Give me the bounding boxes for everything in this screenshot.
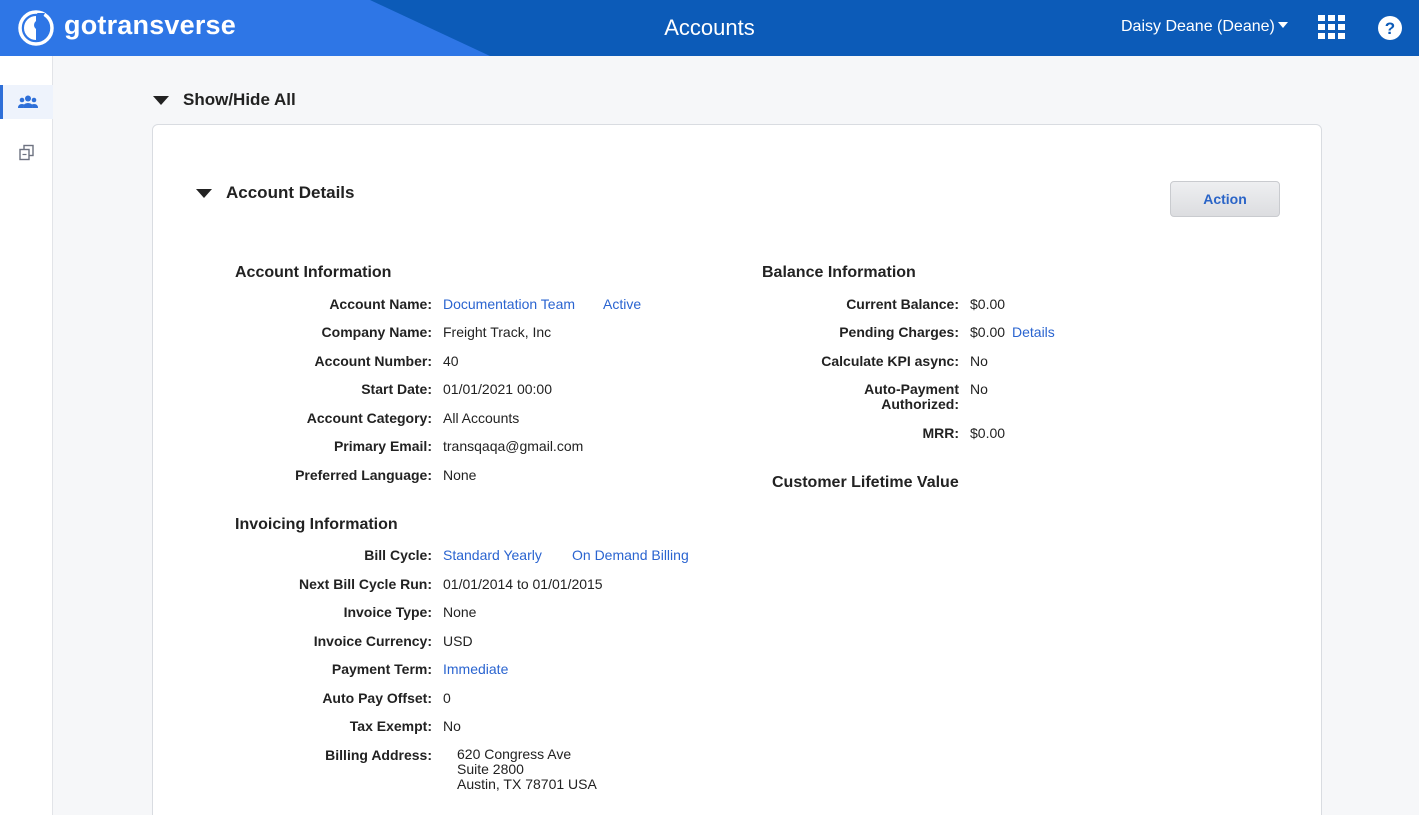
customer-lifetime-value-title: Customer Lifetime Value bbox=[772, 474, 959, 491]
field-label: Payment Term: bbox=[331, 661, 432, 677]
address-line: Suite 2800 bbox=[457, 761, 524, 777]
svg-text:?: ? bbox=[1385, 19, 1395, 38]
pending-details-link[interactable]: Details bbox=[1012, 324, 1055, 340]
field-label: Preferred Language: bbox=[295, 467, 432, 483]
field-label: Calculate KPI async: bbox=[821, 353, 959, 369]
field-current-balance: Current Balance: bbox=[153, 296, 959, 316]
field-label: Authorized: bbox=[881, 396, 959, 412]
field-label: Auto Pay Offset: bbox=[322, 690, 432, 706]
account-details-card: Account Details Action Account Informati… bbox=[152, 124, 1322, 815]
account-category-value: All Accounts bbox=[443, 410, 520, 426]
users-icon bbox=[18, 95, 38, 108]
field-label: Billing Address: bbox=[325, 747, 432, 763]
field-label: Pending Charges: bbox=[839, 324, 959, 340]
user-menu[interactable]: Daisy Deane (Deane) bbox=[1121, 18, 1288, 36]
bill-cycle-link[interactable]: Standard Yearly bbox=[443, 547, 542, 563]
auto-pay-offset-value: 0 bbox=[443, 690, 451, 706]
help-icon[interactable]: ? bbox=[1378, 16, 1402, 40]
auto-payment-authorized-value: No bbox=[970, 381, 988, 397]
field-label: Auto-Payment bbox=[864, 381, 959, 397]
balance-information-title: Balance Information bbox=[762, 264, 916, 281]
copy-icon bbox=[18, 144, 34, 161]
field-pending-charges: Pending Charges: bbox=[153, 324, 959, 344]
on-demand-billing-link[interactable]: On Demand Billing bbox=[572, 547, 689, 563]
top-bar: gotransverse Accounts Daisy Deane (Deane… bbox=[0, 0, 1419, 56]
field-invoice-type: Invoice Type: bbox=[153, 604, 432, 624]
sidebar-item-accounts[interactable] bbox=[0, 85, 53, 119]
pending-charges-value: $0.00 bbox=[970, 324, 1006, 340]
field-payment-term: Payment Term: bbox=[153, 661, 432, 681]
field-label: Current Balance: bbox=[846, 296, 959, 312]
preferred-language-value: None bbox=[443, 467, 477, 483]
account-details-toggle[interactable]: Account Details bbox=[196, 183, 354, 203]
invoice-currency-value: USD bbox=[443, 633, 473, 649]
show-hide-all-label: Show/Hide All bbox=[183, 90, 296, 109]
field-invoice-currency: Invoice Currency: bbox=[153, 633, 432, 653]
show-hide-all-toggle[interactable]: Show/Hide All bbox=[153, 90, 296, 110]
payment-term-link[interactable]: Immediate bbox=[443, 661, 508, 677]
field-label: Start Date: bbox=[361, 381, 432, 397]
next-bill-cycle-run-value: 01/01/2014 to 01/01/2015 bbox=[443, 576, 603, 592]
mrr-value: $0.00 bbox=[970, 425, 1006, 441]
sidebar bbox=[0, 56, 53, 815]
field-preferred-language: Preferred Language: bbox=[153, 467, 432, 487]
logo-icon[interactable] bbox=[17, 9, 55, 47]
field-billing-address: Billing Address: bbox=[153, 747, 432, 767]
calculate-kpi-value: No bbox=[970, 353, 988, 369]
section-title: Account Details bbox=[226, 183, 355, 202]
field-tax-exempt: Tax Exempt: bbox=[153, 718, 432, 738]
start-date-value: 01/01/2021 00:00 bbox=[443, 381, 552, 397]
caret-down-icon bbox=[196, 188, 212, 198]
chevron-down-icon bbox=[1277, 22, 1288, 28]
address-line: 620 Congress Ave bbox=[457, 746, 572, 762]
field-label-auto-payment-authorized: Auto-Payment Authorized: bbox=[803, 382, 959, 412]
logo-text[interactable]: gotransverse bbox=[64, 10, 236, 41]
field-label: Tax Exempt: bbox=[349, 718, 432, 734]
field-bill-cycle: Bill Cycle: bbox=[153, 547, 432, 567]
field-label: Bill Cycle: bbox=[364, 547, 432, 563]
address-line: Austin, TX 78701 USA bbox=[457, 776, 597, 792]
user-name: Daisy Deane (Deane) bbox=[1121, 18, 1275, 35]
account-information-title: Account Information bbox=[235, 264, 392, 281]
field-label: Next Bill Cycle Run: bbox=[298, 576, 432, 592]
tax-exempt-value: No bbox=[443, 718, 461, 734]
field-next-bill-cycle-run: Next Bill Cycle Run: bbox=[153, 576, 432, 596]
invoice-type-value: None bbox=[443, 604, 477, 620]
page-title: Accounts bbox=[664, 15, 755, 40]
invoicing-information-title: Invoicing Information bbox=[235, 516, 398, 533]
apps-grid-icon[interactable] bbox=[1318, 15, 1346, 39]
field-label: Account Category: bbox=[306, 410, 432, 426]
field-calculate-kpi: Calculate KPI async: bbox=[153, 353, 959, 373]
billing-address-value: 620 Congress Ave Suite 2800 Austin, TX 7… bbox=[457, 747, 597, 792]
current-balance-value: $0.00 bbox=[970, 296, 1006, 312]
field-mrr: MRR: bbox=[153, 425, 959, 445]
field-auto-pay-offset: Auto Pay Offset: bbox=[153, 690, 432, 710]
field-start-date: Start Date: bbox=[153, 381, 432, 401]
field-label: MRR: bbox=[922, 425, 959, 441]
field-label: Invoice Type: bbox=[343, 604, 432, 620]
caret-down-icon bbox=[153, 95, 169, 105]
sidebar-item-documents[interactable] bbox=[0, 136, 53, 170]
field-label: Invoice Currency: bbox=[313, 633, 432, 649]
action-button[interactable]: Action bbox=[1170, 181, 1280, 217]
